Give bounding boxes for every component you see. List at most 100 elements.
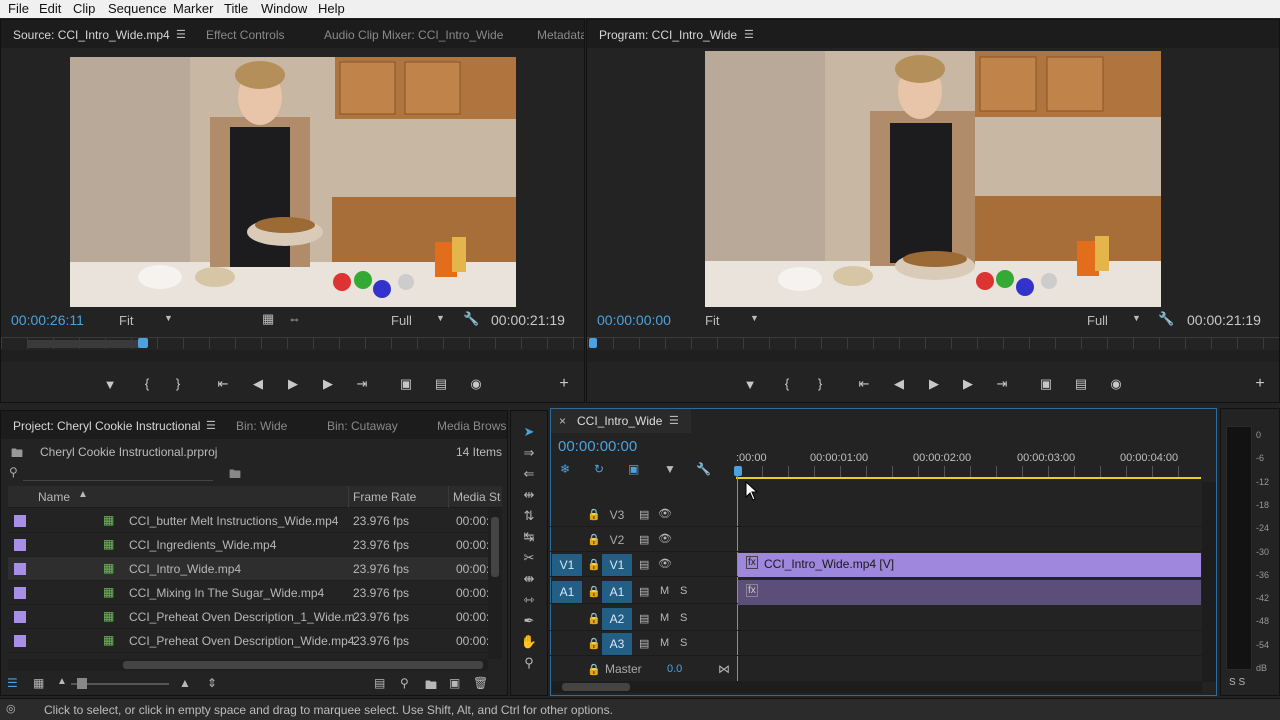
slide-icon[interactable]: ⇿ bbox=[519, 592, 539, 608]
add-marker-icon[interactable]: ▼ bbox=[741, 377, 759, 392]
step-forward-icon[interactable]: ▶ bbox=[319, 376, 337, 392]
mute-button[interactable]: M bbox=[660, 612, 669, 624]
automate-to-sequence-icon[interactable]: ▤ bbox=[374, 676, 385, 690]
source-zoom-bar[interactable] bbox=[1, 350, 584, 362]
tab-project[interactable]: Project: Cheryl Cookie Instructional bbox=[13, 419, 200, 433]
column-media-start[interactable]: Media Start bbox=[453, 490, 501, 504]
horizontal-scrollbar[interactable] bbox=[8, 659, 488, 671]
ripple-edit-icon[interactable]: ⇹ bbox=[519, 487, 539, 503]
source-playhead[interactable] bbox=[138, 338, 148, 348]
source-resolution-dropdown[interactable]: Full bbox=[391, 313, 412, 328]
tab-audio-clip-mixer[interactable]: Audio Clip Mixer: CCI_Intro_Wide bbox=[324, 28, 503, 42]
overwrite-icon[interactable]: ▤ bbox=[432, 376, 450, 392]
lock-icon[interactable]: 🔒 bbox=[587, 508, 601, 521]
export-frame-icon[interactable]: ◉ bbox=[467, 376, 485, 392]
solo-buttons[interactable]: S S bbox=[1229, 677, 1245, 688]
play-icon[interactable]: ▶ bbox=[284, 376, 302, 392]
tab-program[interactable]: Program: CCI_Intro_Wide bbox=[599, 28, 737, 42]
sync-lock-icon[interactable]: ▤ bbox=[639, 585, 649, 598]
play-icon[interactable]: ▶ bbox=[925, 376, 943, 392]
selection-tool-icon[interactable]: ➤ bbox=[519, 424, 539, 440]
program-resolution-dropdown[interactable]: Full bbox=[1087, 313, 1108, 328]
go-to-out-icon[interactable]: ⇥ bbox=[353, 376, 371, 392]
tab-media-browser[interactable]: Media Browser bbox=[437, 419, 507, 433]
track-select-forward-icon[interactable]: ⇒ bbox=[519, 445, 539, 461]
eye-icon[interactable]: 👁 bbox=[658, 557, 672, 570]
list-item[interactable]: ▦ CCI_Mixing In The Sugar_Wide.mp4 23.976 … bbox=[8, 581, 489, 605]
eye-icon[interactable]: 👁 bbox=[658, 507, 672, 520]
tab-bin-wide[interactable]: Bin: Wide bbox=[236, 419, 287, 433]
track-target-a2[interactable]: A2 bbox=[602, 608, 632, 630]
mute-button[interactable]: M bbox=[660, 637, 669, 649]
column-frame-rate[interactable]: Frame Rate bbox=[353, 490, 416, 504]
export-frame-icon[interactable]: ◉ bbox=[1107, 376, 1125, 392]
timeline-playhead[interactable] bbox=[734, 466, 742, 476]
solo-button[interactable]: S bbox=[680, 612, 687, 624]
program-fit-dropdown[interactable]: Fit bbox=[705, 313, 719, 328]
menu-sequence[interactable]: Sequence bbox=[108, 1, 167, 16]
master-volume[interactable]: 0.0 bbox=[667, 663, 682, 675]
list-item[interactable]: ▦ CCI_Preheat Oven Description_1_Wide.m 23… bbox=[8, 605, 489, 629]
search-input[interactable] bbox=[23, 465, 213, 481]
wrench-icon[interactable]: 🔧 bbox=[463, 311, 479, 327]
hand-icon[interactable]: ✋ bbox=[519, 634, 539, 650]
clip-audio-a1[interactable]: fx bbox=[738, 580, 1201, 605]
nest-icon[interactable]: ❄ bbox=[560, 462, 570, 476]
label-color-swatch[interactable] bbox=[14, 563, 26, 575]
solo-button[interactable]: S bbox=[680, 585, 687, 597]
panel-menu-icon[interactable]: ☰ bbox=[669, 414, 679, 427]
list-item[interactable]: ▦ CCI_Intro_Wide.mp4 23.976 fps 00:00: bbox=[8, 557, 489, 581]
tab-source[interactable]: Source: CCI_Intro_Wide.mp4 bbox=[13, 28, 170, 42]
wrench-icon[interactable]: 🔧 bbox=[1158, 311, 1174, 327]
vertical-scrollbar[interactable] bbox=[488, 509, 502, 659]
sort-icons-icon[interactable]: ⇕ bbox=[207, 676, 217, 690]
eye-icon[interactable]: 👁 bbox=[658, 532, 672, 545]
source-current-timecode[interactable]: 00:00:26:11 bbox=[11, 312, 84, 328]
chevron-down-icon[interactable]: ▼ bbox=[1132, 313, 1141, 323]
list-item[interactable]: ▦ CCI_Ingredients_Wide.mp4 23.976 fps 00:00… bbox=[8, 533, 489, 557]
step-forward-icon[interactable]: ▶ bbox=[959, 376, 977, 392]
work-area-bar[interactable] bbox=[736, 477, 1201, 479]
drag-video-icon[interactable]: ⇔ bbox=[288, 311, 301, 326]
clip-video-v1[interactable]: fx CCI_Intro_Wide.mp4 [V] bbox=[738, 553, 1201, 577]
sync-lock-icon[interactable]: ▤ bbox=[639, 533, 649, 546]
rolling-edit-icon[interactable]: ⇅ bbox=[519, 508, 539, 524]
go-to-edit-icon[interactable]: ⋈ bbox=[718, 662, 730, 676]
razor-icon[interactable]: ✂ bbox=[519, 550, 539, 566]
track-target-v1[interactable]: V1 bbox=[602, 554, 632, 576]
timeline-horizontal-scrollbar[interactable] bbox=[552, 681, 1202, 693]
panel-menu-icon[interactable]: ☰ bbox=[206, 419, 216, 432]
new-bin-icon[interactable]: 🖿 bbox=[229, 465, 241, 486]
lock-icon[interactable]: 🔒 bbox=[587, 612, 601, 625]
sync-lock-icon[interactable]: ▤ bbox=[639, 558, 649, 571]
menu-file[interactable]: File bbox=[8, 1, 29, 16]
chevron-down-icon[interactable]: ▼ bbox=[750, 313, 759, 323]
trash-icon[interactable]: 🗑 bbox=[473, 676, 488, 690]
label-color-swatch[interactable] bbox=[14, 635, 26, 647]
add-button-icon[interactable]: + bbox=[1251, 375, 1269, 393]
zoom-in-icon[interactable]: ▲ bbox=[179, 676, 191, 690]
step-back-icon[interactable]: ◀ bbox=[249, 376, 267, 392]
sync-lock-icon[interactable]: ▤ bbox=[639, 508, 649, 521]
label-color-swatch[interactable] bbox=[14, 515, 26, 527]
scrollbar-thumb[interactable] bbox=[491, 517, 499, 577]
list-item[interactable]: ▦ CCI_Preheat Oven Description_Wide.mp4 23… bbox=[8, 629, 489, 653]
timeline-timecode[interactable]: 00:00:00:00 bbox=[558, 438, 637, 455]
program-time-ruler[interactable] bbox=[587, 337, 1279, 349]
lock-icon[interactable]: 🔒 bbox=[587, 637, 601, 650]
scrollbar-thumb[interactable] bbox=[123, 661, 483, 669]
mark-in-icon[interactable]: { bbox=[138, 376, 156, 391]
tab-metadata[interactable]: Metadata bbox=[537, 28, 584, 42]
solo-button[interactable]: S bbox=[680, 637, 687, 649]
program-zoom-bar[interactable] bbox=[587, 350, 1279, 362]
panel-menu-icon[interactable]: ☰ bbox=[176, 28, 186, 41]
add-marker-icon[interactable]: ▼ bbox=[664, 462, 676, 476]
go-to-out-icon[interactable]: ⇥ bbox=[993, 376, 1011, 392]
mark-out-icon[interactable]: } bbox=[811, 376, 829, 391]
mute-button[interactable]: M bbox=[660, 585, 669, 597]
track-target-v3[interactable]: V3 bbox=[602, 504, 632, 526]
lock-icon[interactable]: 🔒 bbox=[587, 558, 601, 571]
label-color-swatch[interactable] bbox=[14, 611, 26, 623]
extract-icon[interactable]: ▤ bbox=[1072, 376, 1090, 392]
menu-help[interactable]: Help bbox=[318, 1, 345, 16]
